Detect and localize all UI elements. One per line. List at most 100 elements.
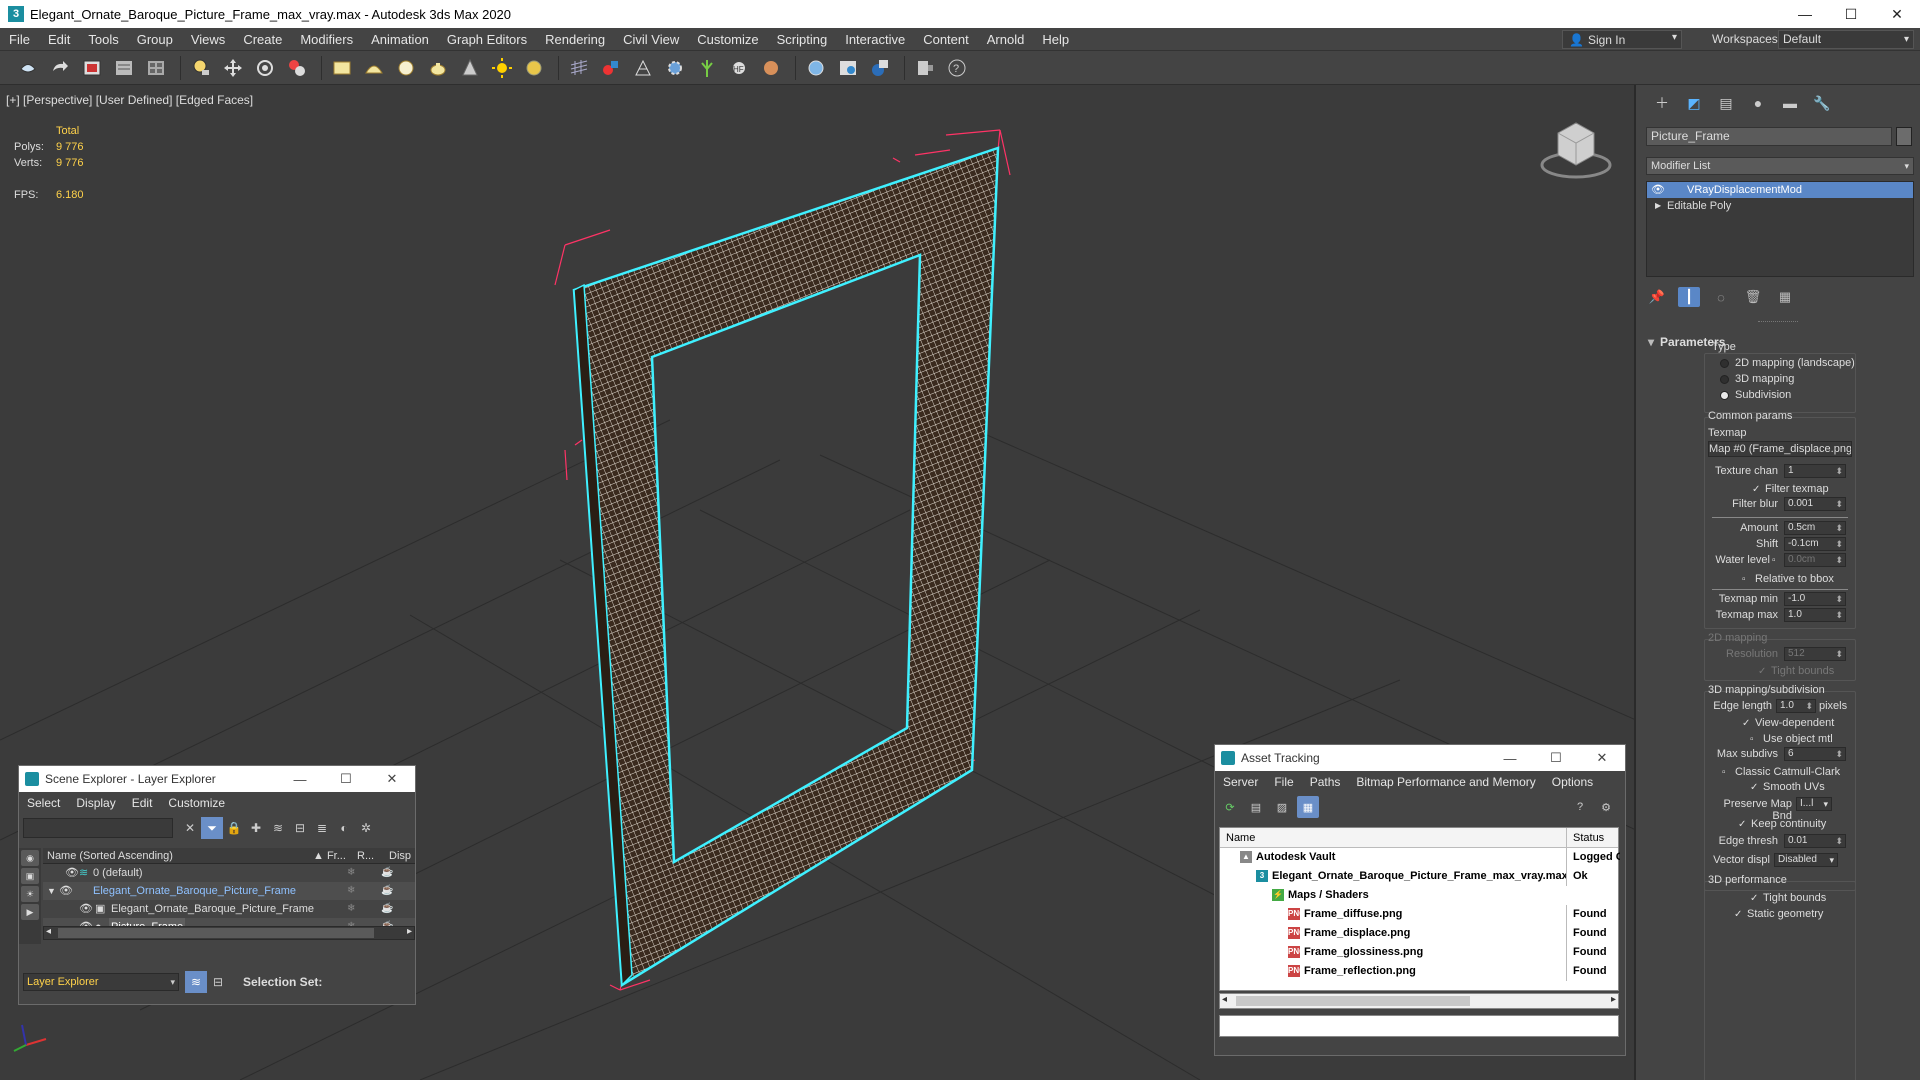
relative-bbox-checkbox[interactable]: ▫ Relative to bbox <box>1742 573 1834 585</box>
render-icon[interactable]: ☕ <box>381 900 393 918</box>
move-icon[interactable] <box>219 54 247 82</box>
scene-explorer-titlebar[interactable]: Scene Explorer - Layer Explorer — ☐ ✕ <box>19 766 415 792</box>
menu-tools[interactable]: Tools <box>79 28 127 51</box>
maximize-button[interactable]: ☐ <box>323 771 369 787</box>
shift-spinner[interactable]: -0.1cm <box>1784 537 1846 551</box>
tree-row-default-layer[interactable]: 👁 ≋ 0 (default) ❄ ☕ <box>43 864 415 882</box>
freeze-icon[interactable]: ❄ <box>347 900 355 918</box>
eye-icon[interactable]: 👁 <box>59 882 73 900</box>
viewport-label[interactable]: [+] [Perspective] [User Defined] [Edged … <box>6 93 253 107</box>
fur-icon[interactable] <box>757 54 785 82</box>
menu-file[interactable]: File <box>1266 775 1301 789</box>
smooth-uvs-checkbox[interactable]: ✓ Smooth UVs <box>1750 781 1825 793</box>
close-button[interactable]: ✕ <box>1874 0 1920 28</box>
keep-continuity-checkbox[interactable]: ✓ Keep continuity <box>1738 818 1826 830</box>
max-subdivs-spinner[interactable]: 6 <box>1784 747 1846 761</box>
table-view-icon[interactable]: ▦ <box>1297 796 1319 818</box>
object-color-swatch[interactable] <box>1896 127 1912 146</box>
cone-icon[interactable] <box>456 54 484 82</box>
menu-arnold[interactable]: Arnold <box>978 28 1034 51</box>
menu-edit[interactable]: Edit <box>124 796 161 810</box>
menu-display[interactable]: Display <box>68 796 123 810</box>
geometry-filter-icon[interactable]: ▣ <box>21 868 39 884</box>
radio-3d-mapping[interactable]: 3D mapping <box>1720 373 1794 385</box>
menu-content[interactable]: Content <box>914 28 978 51</box>
rotate-icon[interactable] <box>251 54 279 82</box>
radio-subdivision[interactable]: Subdivision <box>1720 389 1791 401</box>
layers-mode-icon[interactable]: ≋ <box>185 971 207 993</box>
texmap-min-spinner[interactable]: -1.0 <box>1784 592 1846 606</box>
plant-icon[interactable] <box>693 54 721 82</box>
parameters-header[interactable]: Parameters <box>1646 333 1916 351</box>
freeze-icon[interactable]: ❄ <box>347 864 355 882</box>
scene-search-input[interactable] <box>23 818 173 838</box>
filter-texmap-checkbox[interactable]: ✓ Filter texmap <box>1752 483 1829 495</box>
help-icon[interactable]: ? <box>1569 796 1591 818</box>
scroll-right-icon[interactable]: ▸ <box>407 926 412 937</box>
maximize-button[interactable]: ☐ <box>1828 0 1874 28</box>
eye-icon[interactable]: 👁 <box>79 900 93 918</box>
radio-2d-mapping[interactable]: 2D mapping (landscape) <box>1720 357 1855 369</box>
viewcube-icon[interactable] <box>1536 115 1616 185</box>
display-tab-icon[interactable]: ▬ <box>1774 91 1806 115</box>
render-setup-icon[interactable] <box>834 54 862 82</box>
box-icon[interactable] <box>328 54 356 82</box>
render-icon[interactable] <box>866 54 894 82</box>
material-editor-icon[interactable] <box>802 54 830 82</box>
menu-graph-editors[interactable]: Graph Editors <box>438 28 536 51</box>
edge-thresh-spinner[interactable]: 0.01 <box>1784 834 1846 848</box>
menu-bitmap-performance[interactable]: Bitmap Performance and Memory <box>1348 775 1543 789</box>
texmap-button[interactable]: Map #0 (Frame_displace.png) <box>1708 441 1852 457</box>
refresh-icon[interactable]: ⟳ <box>1219 796 1241 818</box>
menu-scripting[interactable]: Scripting <box>768 28 837 51</box>
menu-customize[interactable]: Customize <box>160 796 233 810</box>
asset-row-vault[interactable]: ▲ Autodesk Vault Logged O <box>1220 848 1620 867</box>
menu-interactive[interactable]: Interactive <box>836 28 914 51</box>
clear-icon[interactable]: ✕ <box>179 817 201 839</box>
menu-group[interactable]: Group <box>128 28 182 51</box>
tight-bounds-checkbox[interactable]: ✓ Tight bounds <box>1750 892 1826 904</box>
help-icon[interactable]: ? <box>943 54 971 82</box>
select-link-icon[interactable] <box>78 54 106 82</box>
asset-row-maps[interactable]: ⚡ Maps / Shaders <box>1220 886 1618 905</box>
lights-filter-icon[interactable]: ☀ <box>21 886 39 902</box>
expand-triangle-icon[interactable]: ▼ <box>47 882 56 900</box>
col-display[interactable]: Disp <box>389 848 411 864</box>
modifier-list-dropdown[interactable]: Modifier List ▾ <box>1646 157 1914 175</box>
asset-table-scrollbar[interactable]: ◂ ▸ <box>1219 993 1619 1009</box>
maximize-button[interactable]: ☐ <box>1533 750 1579 766</box>
menu-paths[interactable]: Paths <box>1302 775 1349 789</box>
scene-tree-scrollbar[interactable]: ◂ ▸ <box>43 926 415 940</box>
modify-tab-icon[interactable]: ◩ <box>1678 91 1710 115</box>
col-name[interactable]: Name (Sorted Ascending) <box>47 848 173 864</box>
view-dependent-checkbox[interactable]: ✓ View-dependent <box>1742 717 1834 729</box>
render-icon[interactable]: ☕ <box>381 864 393 882</box>
edge-length-spinner[interactable]: 1.0 <box>1776 699 1816 713</box>
pin-stack-icon[interactable]: 📌 <box>1646 287 1668 307</box>
workspace-dropdown[interactable]: Default ▾ <box>1778 30 1914 49</box>
texture-chan-spinner[interactable]: 1 <box>1784 464 1846 478</box>
unlink-icon[interactable] <box>110 54 138 82</box>
menu-select[interactable]: Select <box>19 796 68 810</box>
sign-in-dropdown[interactable]: 👤 Sign In ▾ <box>1562 30 1682 49</box>
hierarchy-tab-icon[interactable]: ▤ <box>1710 91 1742 115</box>
object-name-field[interactable]: Picture_Frame <box>1646 127 1892 146</box>
filter-icon[interactable]: ⏷ <box>201 817 223 839</box>
utilities-tab-icon[interactable]: 🔧 <box>1806 91 1838 115</box>
grid-icon[interactable] <box>565 54 593 82</box>
close-button[interactable]: ✕ <box>369 771 415 787</box>
asset-row-max-file[interactable]: 3 Elegant_Ornate_Baroque_Picture_Frame_ma… <box>1220 867 1618 886</box>
highlight-icon[interactable]: ◐ <box>333 817 355 839</box>
tight-bounds-2d-checkbox[interactable]: ✓ Tight bounds <box>1758 665 1834 677</box>
minimize-button[interactable]: — <box>1487 751 1533 766</box>
settings-icon[interactable]: ⚙ <box>1595 796 1617 818</box>
teapot-icon[interactable] <box>424 54 452 82</box>
filter-blur-spinner[interactable]: 0.001 <box>1784 497 1846 511</box>
menu-modifiers[interactable]: Modifiers <box>291 28 362 51</box>
asset-tracking-titlebar[interactable]: Asset Tracking — ☐ ✕ <box>1215 745 1625 771</box>
new-layer-icon[interactable]: ✚ <box>245 817 267 839</box>
menu-edit[interactable]: Edit <box>39 28 79 51</box>
scroll-left-icon[interactable]: ◂ <box>46 926 51 937</box>
asset-row-displace[interactable]: PNGFrame_displace.png Found <box>1220 924 1618 943</box>
menu-help[interactable]: Help <box>1033 28 1078 51</box>
